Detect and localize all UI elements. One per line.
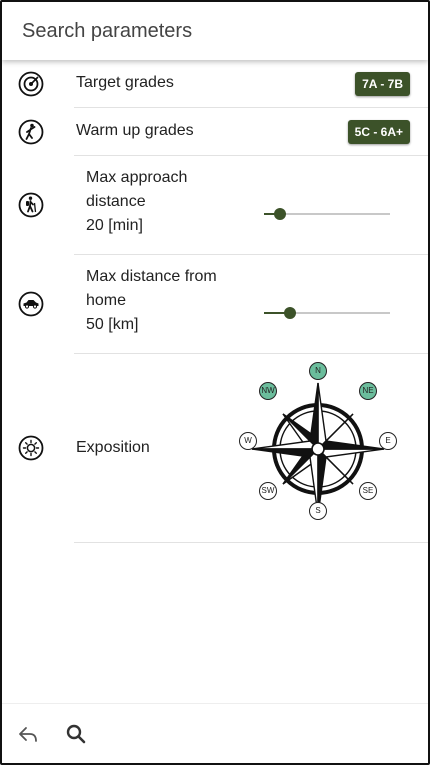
- direction-s-button[interactable]: S: [309, 502, 327, 520]
- approach-distance-label-line2: distance: [86, 193, 146, 210]
- hiker-icon: [18, 192, 44, 218]
- direction-n-button[interactable]: N: [309, 362, 327, 380]
- direction-ne-button[interactable]: NE: [359, 382, 377, 400]
- direction-se-button[interactable]: SE: [359, 482, 377, 500]
- direction-e-button[interactable]: E: [379, 432, 397, 450]
- direction-sw-button[interactable]: SW: [259, 482, 277, 500]
- app-header: Search parameters: [2, 2, 428, 60]
- approach-distance-label-line1: Max approach: [86, 169, 188, 186]
- divider: [74, 542, 428, 543]
- target-grades-row[interactable]: Target grades 7A - 7B: [2, 60, 428, 108]
- target-icon: [18, 71, 44, 97]
- direction-w-button[interactable]: W: [239, 432, 257, 450]
- climber-icon: [18, 119, 44, 145]
- warmup-grades-chip[interactable]: 5C - 6A+: [347, 120, 410, 144]
- direction-nw-button[interactable]: NW: [259, 382, 277, 400]
- reply-icon[interactable]: [16, 722, 40, 746]
- approach-distance-slider[interactable]: [264, 207, 390, 221]
- home-distance-row: Max distance from home 50 [km]: [2, 255, 428, 353]
- home-distance-value: 50 [km]: [86, 316, 139, 333]
- page-title: Search parameters: [22, 20, 193, 42]
- sun-icon: [18, 435, 44, 461]
- slider-thumb[interactable]: [274, 208, 287, 220]
- home-distance-label-line2: home: [86, 292, 127, 309]
- search-icon[interactable]: [64, 722, 88, 746]
- target-grades-chip[interactable]: 7A - 7B: [355, 72, 410, 96]
- slider-thumb[interactable]: [284, 307, 297, 319]
- car-icon: [18, 291, 44, 317]
- target-grades-label: Target grades: [76, 74, 174, 91]
- exposition-label: Exposition: [76, 439, 150, 456]
- warmup-grades-row[interactable]: Warm up grades 5C - 6A+: [2, 108, 428, 156]
- approach-distance-value: 20 [min]: [86, 217, 143, 234]
- bottom-toolbar: [2, 703, 428, 763]
- exposition-compass: N NE E SE S SW W NW: [232, 362, 404, 535]
- warmup-grades-label: Warm up grades: [76, 122, 194, 139]
- approach-distance-row: Max approach distance 20 [min]: [2, 156, 428, 254]
- app-frame: Search parameters Target grades 7A - 7B …: [0, 0, 430, 765]
- home-distance-slider[interactable]: [264, 306, 390, 320]
- home-distance-label-line1: Max distance from: [86, 268, 217, 285]
